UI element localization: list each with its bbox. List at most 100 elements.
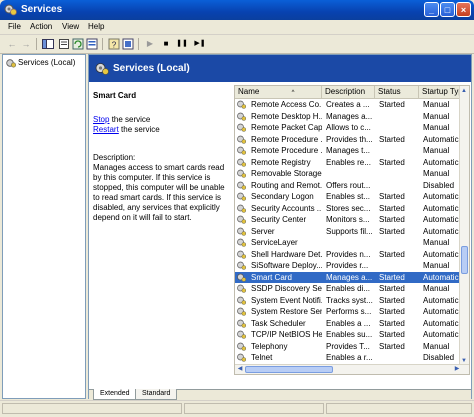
service-status-cell xyxy=(377,168,419,179)
list-item[interactable]: Remote Procedure ... Manages t... Manual xyxy=(235,145,461,156)
vertical-scrollbar[interactable]: ▲ ▼ xyxy=(459,86,469,366)
service-name-cell: SiSoftware Deploy... xyxy=(251,261,322,270)
service-name-cell: Telephony xyxy=(251,341,288,351)
service-status-cell: Started xyxy=(379,192,405,201)
sort-arrow-icon: ^ xyxy=(291,90,295,96)
minimize-button[interactable]: _ xyxy=(424,2,439,17)
scroll-right-icon[interactable]: ▶ xyxy=(453,365,461,373)
list-item[interactable]: Task Scheduler Enables a ... Started Automa… xyxy=(235,318,461,329)
service-gear-icon xyxy=(237,273,246,282)
scroll-left-icon[interactable]: ◀ xyxy=(236,365,244,373)
list-item[interactable]: System Restore Ser... Performs s... Starte… xyxy=(235,306,461,317)
service-description-cell: Creates a ... xyxy=(326,100,370,109)
service-startup-cell: Automatic xyxy=(423,134,459,144)
list-item[interactable]: Smart Card Manages a... Started Automatic xyxy=(235,271,461,283)
list-item[interactable]: System Event Notifi... Tracks syst... Star… xyxy=(235,295,461,306)
list-item[interactable]: TCP/IP NetBIOS He... Enables su... Started… xyxy=(235,329,461,340)
service-description-cell xyxy=(324,237,375,248)
service-startup-cell: Automatic xyxy=(423,330,459,339)
service-description-cell: Stores sec... xyxy=(326,203,371,213)
horizontal-scroll-thumb[interactable] xyxy=(245,366,333,373)
service-name-cell: System Event Notifi... xyxy=(251,295,322,305)
horizontal-scrollbar[interactable]: ◀ ▶ xyxy=(235,364,469,374)
list-item[interactable]: Remote Registry Enables re... Started Autom… xyxy=(235,157,461,168)
help-icon[interactable]: ? xyxy=(108,38,120,50)
column-header-description[interactable]: Description xyxy=(322,86,375,98)
stop-service-icon[interactable]: ■ xyxy=(160,38,172,50)
list-item[interactable]: SSDP Discovery Ser... Enables di... Starte… xyxy=(235,283,461,294)
column-header-name[interactable]: Name ^ xyxy=(235,86,322,98)
list-item[interactable]: Server Supports fil... Started Automatic xyxy=(235,226,461,237)
maximize-button[interactable]: □ xyxy=(440,2,455,17)
list-item[interactable]: Telnet Enables a r... Disabled xyxy=(235,352,461,363)
export-list-icon[interactable] xyxy=(86,38,98,50)
service-name-cell: TCP/IP NetBIOS He... xyxy=(251,330,322,339)
service-status-cell xyxy=(377,180,419,191)
service-startup-cell: Automatic xyxy=(423,318,459,328)
column-header-status[interactable]: Status xyxy=(375,86,419,98)
menu-action[interactable]: Action xyxy=(30,22,52,31)
service-status-cell xyxy=(377,352,419,363)
refresh-icon[interactable] xyxy=(72,38,84,50)
tree-item-label: Services (Local) xyxy=(18,58,76,68)
back-icon[interactable]: ← xyxy=(6,38,18,50)
view-tabs: Extended Standard xyxy=(89,389,471,400)
vertical-scroll-thumb[interactable] xyxy=(461,246,468,274)
tab-standard[interactable]: Standard xyxy=(135,389,178,400)
description-text: Manages access to smart cards read by th… xyxy=(93,163,225,222)
list-item[interactable]: SiSoftware Deploy... Provides r... Manual xyxy=(235,260,461,271)
list-item[interactable]: Remote Procedure ... Provides th... Starte… xyxy=(235,134,461,145)
service-gear-icon xyxy=(237,307,246,316)
list-item[interactable]: ServiceLayer Manual xyxy=(235,237,461,248)
list-item[interactable]: Remote Packet Cap... Allows to c... Manual xyxy=(235,122,461,133)
toolbar: ← → ? ▶ ■ ❚❚ ▶❚ xyxy=(0,35,474,54)
properties-icon[interactable] xyxy=(58,38,70,50)
console-tree: Services (Local) xyxy=(2,54,86,399)
service-status-cell: Started xyxy=(379,157,405,167)
close-button[interactable]: × xyxy=(456,2,471,17)
restart-service-link[interactable]: Restart xyxy=(93,125,119,134)
forward-icon[interactable]: → xyxy=(20,38,32,50)
list-item[interactable]: Shell Hardware Det... Provides n... Starte… xyxy=(235,249,461,260)
service-gear-icon xyxy=(237,215,246,224)
column-header-startup-type[interactable]: Startup Typ xyxy=(419,86,461,98)
list-item[interactable]: Secondary Logon Enables st... Started Autom… xyxy=(235,191,461,202)
menu-help[interactable]: Help xyxy=(88,22,104,31)
description-icon[interactable] xyxy=(122,38,134,50)
service-startup-cell: Automatic xyxy=(423,295,459,305)
start-service-icon[interactable]: ▶ xyxy=(144,38,156,50)
stop-service-link[interactable]: Stop xyxy=(93,115,109,124)
service-description-cell: Monitors s... xyxy=(326,215,370,224)
list-item[interactable]: Removable Storage Manual xyxy=(235,168,461,179)
service-description-cell: Offers rout... xyxy=(326,180,371,190)
pane-banner: Services (Local) xyxy=(89,55,471,82)
menu-view[interactable]: View xyxy=(62,22,79,31)
service-description-cell xyxy=(324,168,375,179)
tab-extended[interactable]: Extended xyxy=(93,389,137,400)
service-description-cell: Manages a... xyxy=(326,272,373,282)
service-startup-cell: Disabled xyxy=(423,180,455,190)
scroll-up-icon[interactable]: ▲ xyxy=(460,87,468,95)
service-startup-cell: Manual xyxy=(423,261,450,270)
service-name-cell: ServiceLayer xyxy=(251,238,298,247)
list-item[interactable]: Remote Desktop H... Manages a... Manual xyxy=(235,111,461,122)
console-tree-icon[interactable] xyxy=(42,38,54,50)
menu-file[interactable]: File xyxy=(8,22,21,31)
restart-service-icon[interactable]: ▶❚ xyxy=(194,38,206,50)
list-item[interactable]: Security Accounts ... Stores sec... Starte… xyxy=(235,203,461,214)
list-item[interactable]: Remote Access Co... Creates a ... Started M… xyxy=(235,99,461,110)
service-status-cell: Started xyxy=(379,203,405,213)
list-item[interactable]: Telephony Provides T... Started Manual xyxy=(235,341,461,352)
tree-item-services-local[interactable]: Services (Local) xyxy=(6,58,75,68)
status-bar xyxy=(0,400,474,417)
toolbar-separator xyxy=(102,38,103,50)
status-pane xyxy=(326,403,472,414)
list-item[interactable]: Routing and Remot... Offers rout... Disabl… xyxy=(235,180,461,191)
service-name-cell: Secondary Logon xyxy=(251,192,314,201)
pause-service-icon[interactable]: ❚❚ xyxy=(176,38,188,50)
service-startup-cell: Automatic xyxy=(423,203,459,213)
service-status-cell: Started xyxy=(379,134,405,144)
list-item[interactable]: Security Center Monitors s... Started Autom… xyxy=(235,214,461,225)
service-description-cell: Provides n... xyxy=(326,249,371,259)
service-description-cell: Manages a... xyxy=(326,111,373,121)
